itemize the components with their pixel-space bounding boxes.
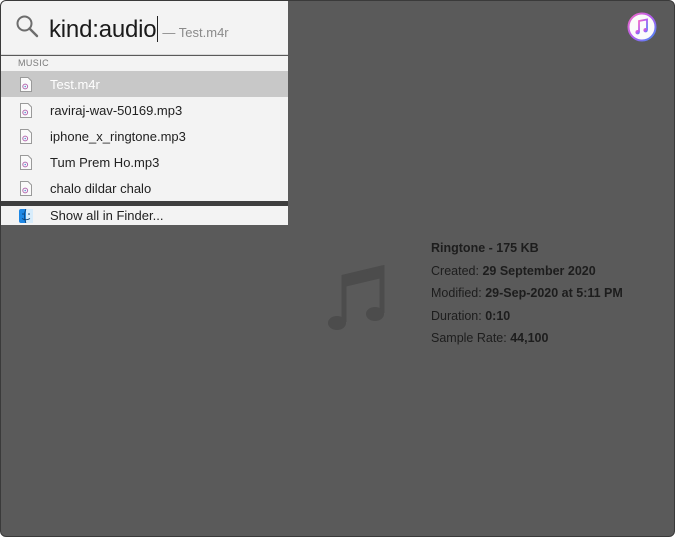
section-header-music: MUSIC bbox=[18, 58, 49, 68]
finder-icon bbox=[19, 208, 33, 223]
result-item[interactable]: raviraj-wav-50169.mp3 bbox=[1, 97, 288, 123]
itunes-icon bbox=[627, 12, 657, 42]
result-item-label: Test.m4r bbox=[50, 76, 100, 92]
audio-file-icon bbox=[20, 180, 32, 196]
result-item-label: iphone_x_ringtone.mp3 bbox=[50, 128, 186, 144]
text-caret bbox=[157, 16, 159, 42]
modified-label: Modified: bbox=[431, 286, 482, 300]
results-list: MUSIC Test.m4r raviraj-wav-50169.mp3 iph… bbox=[1, 56, 288, 201]
result-item-label: Tum Prem Ho.mp3 bbox=[50, 154, 160, 170]
audio-file-icon bbox=[20, 76, 32, 92]
file-kind-size: Ringtone - 175 KB bbox=[431, 241, 539, 255]
modified-value: 29-Sep-2020 at 5:11 PM bbox=[485, 286, 623, 300]
search-query[interactable]: kind:audio bbox=[49, 16, 157, 44]
audio-file-icon bbox=[20, 128, 32, 144]
music-note-icon bbox=[328, 265, 385, 330]
sample-rate-value: 44,100 bbox=[510, 331, 549, 345]
result-item-label: raviraj-wav-50169.mp3 bbox=[50, 102, 183, 118]
result-item[interactable]: Tum Prem Ho.mp3 bbox=[1, 149, 288, 175]
duration-value: 0:10 bbox=[485, 308, 511, 323]
result-item-label: chalo dildar chalo bbox=[50, 180, 152, 196]
search-completion: — Test.m4r bbox=[162, 25, 229, 40]
show-all-label: Show all in Finder... bbox=[50, 208, 164, 223]
result-item[interactable]: Test.m4r bbox=[1, 71, 288, 97]
file-metadata: Ringtone - 175 KB Created: 29 September … bbox=[431, 237, 623, 350]
show-all-in-finder-button[interactable]: Show all in Finder... bbox=[1, 206, 288, 225]
created-value: 29 September 2020 bbox=[482, 263, 596, 278]
spotlight-window: kind:audio — Test.m4r MUSIC Test.m4r rav… bbox=[0, 0, 675, 537]
created-label: Created: bbox=[431, 263, 479, 278]
duration-label: Duration: bbox=[431, 308, 482, 323]
audio-file-icon bbox=[20, 154, 32, 170]
result-item[interactable]: iphone_x_ringtone.mp3 bbox=[1, 123, 288, 149]
sample-rate-label: Sample Rate: bbox=[431, 331, 507, 345]
search-icon bbox=[16, 15, 39, 38]
search-input[interactable]: kind:audio — Test.m4r bbox=[49, 11, 229, 44]
result-item[interactable]: chalo dildar chalo bbox=[1, 175, 288, 201]
search-bar[interactable]: kind:audio — Test.m4r bbox=[1, 1, 288, 55]
audio-file-icon bbox=[20, 102, 32, 118]
